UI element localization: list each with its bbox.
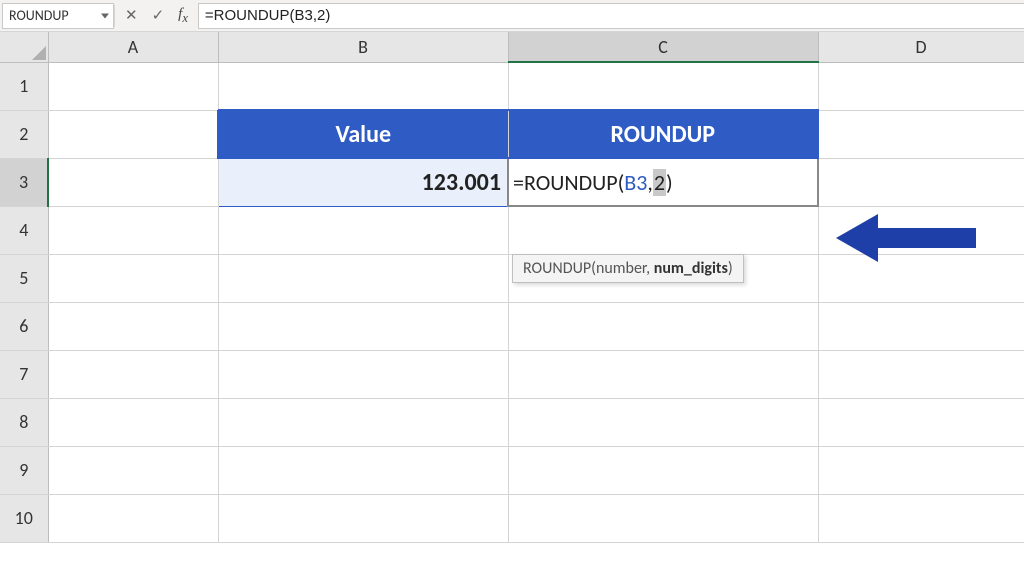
cancel-icon[interactable]: ✕ <box>125 6 138 25</box>
cell-A1[interactable] <box>48 62 218 110</box>
select-all-corner[interactable] <box>0 32 48 62</box>
cell-B9[interactable] <box>218 446 508 494</box>
row-header-4[interactable]: 4 <box>0 206 48 254</box>
row-header-2[interactable]: 2 <box>0 110 48 158</box>
cell-A9[interactable] <box>48 446 218 494</box>
cell-C10[interactable] <box>508 494 818 542</box>
table-row: 8 <box>0 398 1024 446</box>
name-box[interactable]: ROUNDUP <box>2 3 114 29</box>
formula-bar: ROUNDUP ✕ ✓ fx <box>0 0 1024 32</box>
cell-C4[interactable] <box>508 206 818 254</box>
cell-C6[interactable] <box>508 302 818 350</box>
enter-icon[interactable]: ✓ <box>152 6 165 25</box>
formula-text: =ROUNDUP(B3,2) <box>513 169 673 196</box>
cell-C3[interactable]: =ROUNDUP(B3,2) <box>508 158 818 206</box>
cell-B5[interactable] <box>218 254 508 302</box>
cell-D2[interactable] <box>818 110 1024 158</box>
cell-A3[interactable] <box>48 158 218 206</box>
cell-C2[interactable]: ROUNDUP <box>508 110 818 158</box>
tooltip-fn: ROUNDUP <box>523 259 591 278</box>
row-header-10[interactable]: 10 <box>0 494 48 542</box>
table-row: 10 <box>0 494 1024 542</box>
cell-C7[interactable] <box>508 350 818 398</box>
cell-B3[interactable]: 123.001 <box>218 158 508 206</box>
row-header-3[interactable]: 3 <box>0 158 48 206</box>
col-header-B[interactable]: B <box>218 32 508 62</box>
table-row: 4 <box>0 206 1024 254</box>
cell-A5[interactable] <box>48 254 218 302</box>
select-all-icon <box>32 46 46 60</box>
tooltip-arg2: num_digits <box>654 259 728 278</box>
cell-B6[interactable] <box>218 302 508 350</box>
cell-A10[interactable] <box>48 494 218 542</box>
cell-B7[interactable] <box>218 350 508 398</box>
row-header-8[interactable]: 8 <box>0 398 48 446</box>
table-row: 3 123.001 =ROUNDUP(B3,2) <box>0 158 1024 206</box>
cell-B8[interactable] <box>218 398 508 446</box>
cell-D3[interactable] <box>818 158 1024 206</box>
cell-B4[interactable] <box>218 206 508 254</box>
table-row: 6 <box>0 302 1024 350</box>
cell-A4[interactable] <box>48 206 218 254</box>
row-header-5[interactable]: 5 <box>0 254 48 302</box>
cell-A8[interactable] <box>48 398 218 446</box>
cell-C9[interactable] <box>508 446 818 494</box>
fx-icon[interactable]: fx <box>178 6 188 26</box>
chevron-down-icon[interactable] <box>101 13 109 18</box>
row-header-7[interactable]: 7 <box>0 350 48 398</box>
col-header-C[interactable]: C <box>508 32 818 62</box>
tooltip-arg1: number <box>596 259 646 278</box>
row-header-6[interactable]: 6 <box>0 302 48 350</box>
table-row: 1 <box>0 62 1024 110</box>
spreadsheet-grid: A B C D 1 2 Value ROUNDUP 3 123.001 =ROU… <box>0 32 1024 543</box>
cell-B1[interactable] <box>218 62 508 110</box>
cell-D7[interactable] <box>818 350 1024 398</box>
cell-D8[interactable] <box>818 398 1024 446</box>
grid-table[interactable]: A B C D 1 2 Value ROUNDUP 3 123.001 =ROU… <box>0 32 1024 543</box>
name-box-value: ROUNDUP <box>9 7 69 24</box>
row-header-9[interactable]: 9 <box>0 446 48 494</box>
cell-A7[interactable] <box>48 350 218 398</box>
cell-D1[interactable] <box>818 62 1024 110</box>
cell-C8[interactable] <box>508 398 818 446</box>
cell-B10[interactable] <box>218 494 508 542</box>
row-header-1[interactable]: 1 <box>0 62 48 110</box>
cell-D4[interactable] <box>818 206 1024 254</box>
cell-D10[interactable] <box>818 494 1024 542</box>
cell-D9[interactable] <box>818 446 1024 494</box>
function-tooltip: ROUNDUP(number, num_digits) <box>512 254 744 283</box>
cell-D6[interactable] <box>818 302 1024 350</box>
cell-C1[interactable] <box>508 62 818 110</box>
cell-B2[interactable]: Value <box>218 110 508 158</box>
formula-bar-controls: ✕ ✓ fx <box>115 0 198 31</box>
formula-input[interactable] <box>198 3 1024 29</box>
col-header-A[interactable]: A <box>48 32 218 62</box>
table-row: 2 Value ROUNDUP <box>0 110 1024 158</box>
cell-D5[interactable] <box>818 254 1024 302</box>
table-row: 7 <box>0 350 1024 398</box>
cell-A6[interactable] <box>48 302 218 350</box>
column-header-row: A B C D <box>0 32 1024 62</box>
cell-A2[interactable] <box>48 110 218 158</box>
table-row: 9 <box>0 446 1024 494</box>
col-header-D[interactable]: D <box>818 32 1024 62</box>
